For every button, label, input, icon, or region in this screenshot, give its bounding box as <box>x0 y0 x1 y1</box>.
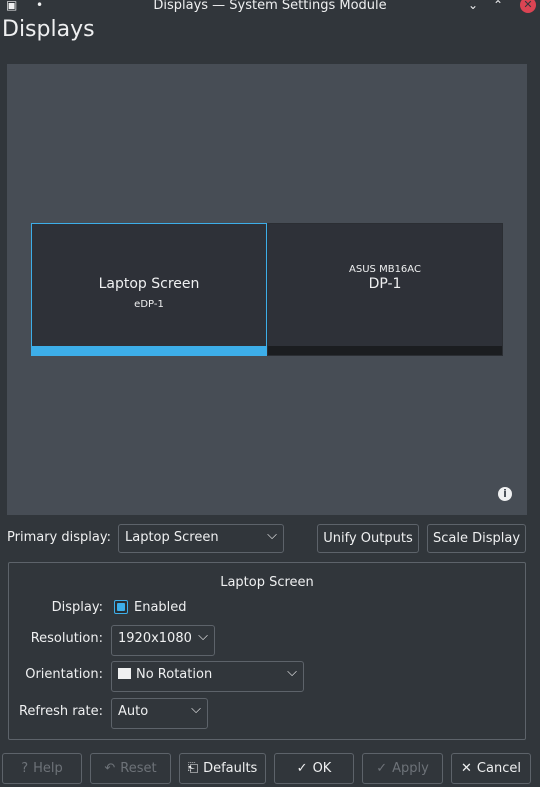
reset-button[interactable]: ↶ Reset <box>90 753 171 784</box>
info-icon[interactable]: i <box>498 487 512 501</box>
chevron-down-icon: ⌵ <box>191 702 201 717</box>
orientation-label: Orientation: <box>25 667 103 682</box>
monitor-name: Laptop Screen <box>98 276 200 292</box>
enabled-label[interactable]: Enabled <box>134 600 187 615</box>
check-icon: ✓ <box>296 761 308 776</box>
monitor-vendor: ASUS MB16AC <box>349 264 421 275</box>
output-settings-group: Laptop Screen Display: Enabled Resolutio… <box>8 562 526 740</box>
help-icon: ? <box>21 761 29 776</box>
apply-button[interactable]: ✓ Apply <box>362 753 443 784</box>
defaults-icon: ⎗ <box>187 761 199 776</box>
maximize-icon[interactable]: ⌃ <box>493 0 503 12</box>
cancel-button[interactable]: ✕ Cancel <box>451 753 531 784</box>
help-button[interactable]: ? Help <box>2 753 82 784</box>
display-arrangement-area[interactable]: Laptop Screen eDP-1 ASUS MB16AC DP-1 i <box>7 64 527 515</box>
monitor-laptop-screen[interactable]: Laptop Screen eDP-1 <box>31 223 267 356</box>
minimize-icon[interactable]: ⌄ <box>468 0 478 12</box>
refresh-rate-label: Refresh rate: <box>18 704 103 719</box>
undo-icon: ↶ <box>104 761 116 776</box>
resolution-value: 1920x1080 <box>118 631 192 646</box>
refresh-rate-combo[interactable]: Auto ⌵ <box>111 698 208 729</box>
monitor-connector: eDP-1 <box>134 299 164 310</box>
output-group-title: Laptop Screen <box>220 575 314 590</box>
display-label: Display: <box>51 600 103 615</box>
primary-display-combo[interactable]: Laptop Screen ⌵ <box>118 524 284 553</box>
unify-outputs-button[interactable]: Unify Outputs <box>317 524 419 553</box>
resolution-combo[interactable]: 1920x1080 ⌵ <box>111 625 215 656</box>
orientation-value: No Rotation <box>136 667 213 682</box>
enabled-checkbox[interactable] <box>114 600 128 614</box>
ok-button[interactable]: ✓ OK <box>274 753 354 784</box>
image-icon <box>118 668 131 679</box>
monitor-dp-1[interactable]: ASUS MB16AC DP-1 <box>267 223 503 356</box>
monitor-selection-bar <box>32 346 266 355</box>
title-bar: ▣ • Displays — System Settings Module ⌄ … <box>0 0 540 14</box>
scale-display-button[interactable]: Scale Display <box>427 524 526 553</box>
primary-display-label: Primary display: <box>7 530 111 545</box>
primary-display-value: Laptop Screen <box>125 530 219 545</box>
page-title: Displays <box>2 17 95 42</box>
defaults-button[interactable]: ⎗ Defaults <box>179 753 266 784</box>
check-icon: ✓ <box>376 761 388 776</box>
refresh-rate-value: Auto <box>118 704 149 719</box>
window-title: Displays — System Settings Module <box>153 0 387 13</box>
resolution-label: Resolution: <box>30 631 103 646</box>
monitor-selection-bar <box>268 346 502 355</box>
close-icon: ✕ <box>461 761 472 776</box>
chevron-down-icon: ⌵ <box>287 665 297 680</box>
chevron-down-icon: ⌵ <box>267 528 277 543</box>
orientation-combo[interactable]: No Rotation ⌵ <box>111 661 304 692</box>
monitor-connector: DP-1 <box>368 276 402 292</box>
chevron-down-icon: ⌵ <box>198 629 208 644</box>
